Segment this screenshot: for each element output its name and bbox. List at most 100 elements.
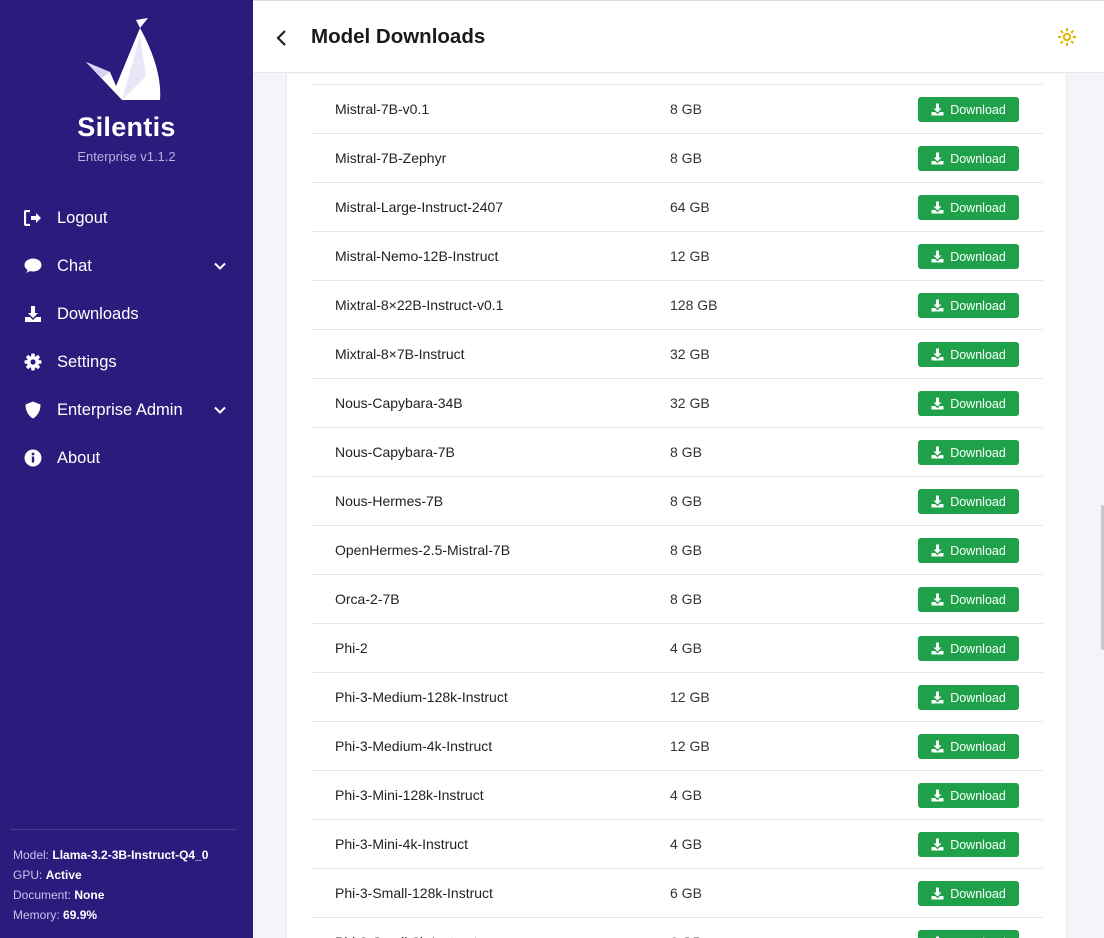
sidebar-item-logout[interactable]: Logout	[0, 194, 253, 242]
download-button-label: Download	[950, 200, 1006, 215]
table-row: Phi-3-Small-128k-Instruct 6 GB Download	[311, 868, 1043, 917]
sidebar-item-label: Logout	[57, 208, 108, 227]
model-name: Mistral-7B-Zephyr	[335, 150, 447, 166]
download-button[interactable]: Download	[918, 146, 1019, 171]
download-button[interactable]: Download	[918, 685, 1019, 710]
model-name: Phi-3-Medium-128k-Instruct	[335, 689, 508, 705]
download-icon	[931, 642, 944, 655]
status-gpu: GPU: Active	[13, 868, 82, 882]
system-status: Model: Llama-3.2-3B-Instruct-Q4_0 GPU: A…	[13, 845, 208, 925]
download-button[interactable]: Download	[918, 97, 1019, 122]
download-icon	[24, 305, 42, 323]
info-icon	[24, 449, 42, 467]
download-icon	[931, 446, 944, 459]
model-size: 8 GB	[670, 493, 702, 509]
download-icon	[931, 740, 944, 753]
download-button[interactable]: Download	[918, 881, 1019, 906]
download-icon	[931, 348, 944, 361]
app-version: Enterprise v1.1.2	[77, 149, 176, 164]
model-size: 8 GB	[670, 591, 702, 607]
sidebar-item-downloads[interactable]: Downloads	[0, 290, 253, 338]
download-button-label: Download	[950, 151, 1006, 166]
download-icon	[931, 544, 944, 557]
model-size: 8 GB	[670, 101, 702, 117]
model-name: Mistral-Nemo-12B-Instruct	[335, 248, 499, 264]
table-row: Phi-3-Mini-128k-Instruct 4 GB Download	[311, 770, 1043, 819]
download-button[interactable]: Download	[918, 440, 1019, 465]
download-button-label: Download	[950, 249, 1006, 264]
model-size: 128 GB	[670, 297, 718, 313]
sidebar-item-chat[interactable]: Chat	[0, 242, 253, 290]
download-icon	[931, 495, 944, 508]
download-icon	[931, 789, 944, 802]
back-arrow-icon[interactable]	[273, 27, 291, 49]
model-size: 32 GB	[670, 395, 710, 411]
download-button[interactable]: Download	[918, 244, 1019, 269]
model-name: Phi-3-Mini-4k-Instruct	[335, 836, 469, 852]
models-card: Mistral-7B-v0.1 8 GB Download Mistral-7B-Ze…	[286, 74, 1067, 938]
download-button[interactable]: Download	[918, 391, 1019, 416]
sidebar-item-settings[interactable]: Settings	[0, 338, 253, 386]
model-size: 8 GB	[670, 444, 702, 460]
model-name: Phi-3-Small-128k-Instruct	[335, 885, 493, 901]
download-icon	[931, 152, 944, 165]
sun-icon[interactable]	[1058, 28, 1076, 46]
download-button[interactable]: Download	[918, 636, 1019, 661]
brand-name: Silentis	[77, 112, 176, 142]
download-button-label: Download	[950, 592, 1006, 607]
download-button-label: Download	[950, 690, 1006, 705]
download-button[interactable]: Download	[918, 342, 1019, 367]
model-name: OpenHermes-2.5-Mistral-7B	[335, 542, 511, 558]
download-button[interactable]: Download	[918, 293, 1019, 318]
model-size: 12 GB	[670, 738, 710, 754]
status-model: Model: Llama-3.2-3B-Instruct-Q4_0	[13, 848, 209, 862]
table-row: Mistral-Large-Instruct-2407 64 GB Download	[311, 182, 1043, 231]
table-row: Mixtral-8×22B-Instruct-v0.1 128 GB Downloa…	[311, 280, 1043, 329]
page-header: Model Downloads	[253, 0, 1104, 73]
chevron-down-icon	[214, 406, 226, 414]
page-title: Model Downloads	[311, 25, 486, 48]
model-name: Mistral-Large-Instruct-2407	[335, 199, 504, 215]
table-row: Phi-3-Medium-4k-Instruct 12 GB Download	[311, 721, 1043, 770]
download-button[interactable]: Download	[918, 783, 1019, 808]
download-button[interactable]: Download	[918, 489, 1019, 514]
model-size: 4 GB	[670, 787, 702, 803]
sidebar-nav: Logout Chat Downloads Settings Enterpris…	[0, 194, 253, 482]
status-document: Document: None	[13, 888, 105, 902]
table-row: Phi-3-Medium-128k-Instruct 12 GB Download	[311, 672, 1043, 721]
model-name: Phi-3-Small-8k-Instruct	[335, 934, 477, 938]
status-memory: Memory: 69.9%	[13, 908, 98, 922]
download-button-label: Download	[950, 543, 1006, 558]
table-row: Nous-Capybara-34B 32 GB Download	[311, 378, 1043, 427]
sidebar-item-enterprise-admin[interactable]: Enterprise Admin	[0, 386, 253, 434]
download-button[interactable]: Download	[918, 930, 1019, 938]
table-row: Phi-3-Mini-4k-Instruct 4 GB Download	[311, 819, 1043, 868]
table-row: Mistral-7B-v0.1 8 GB Download	[311, 84, 1043, 133]
shield-icon	[24, 401, 42, 419]
download-button[interactable]: Download	[918, 587, 1019, 612]
download-button-label: Download	[950, 102, 1006, 117]
download-button[interactable]: Download	[918, 832, 1019, 857]
sidebar-item-label: About	[57, 448, 101, 467]
download-button-label: Download	[950, 788, 1006, 803]
sidebar: Silentis Enterprise v1.1.2 Logout Chat D…	[0, 0, 253, 938]
download-button-label: Download	[950, 641, 1006, 656]
download-button[interactable]: Download	[918, 538, 1019, 563]
table-row: Mistral-Nemo-12B-Instruct 12 GB Download	[311, 231, 1043, 280]
download-button-label: Download	[950, 347, 1006, 362]
gear-icon	[24, 353, 42, 371]
download-button[interactable]: Download	[918, 734, 1019, 759]
download-icon	[931, 397, 944, 410]
model-size: 6 GB	[670, 934, 702, 938]
chat-icon	[24, 257, 42, 275]
model-name: Phi-3-Medium-4k-Instruct	[335, 738, 493, 754]
model-name: Mixtral-8×22B-Instruct-v0.1	[335, 297, 504, 313]
download-icon	[931, 691, 944, 704]
model-name: Nous-Capybara-7B	[335, 444, 455, 460]
download-button[interactable]: Download	[918, 195, 1019, 220]
model-size: 12 GB	[670, 689, 710, 705]
download-button-label: Download	[950, 445, 1006, 460]
download-button-label: Download	[950, 298, 1006, 313]
sidebar-item-about[interactable]: About	[0, 434, 253, 482]
download-button-label: Download	[950, 396, 1006, 411]
